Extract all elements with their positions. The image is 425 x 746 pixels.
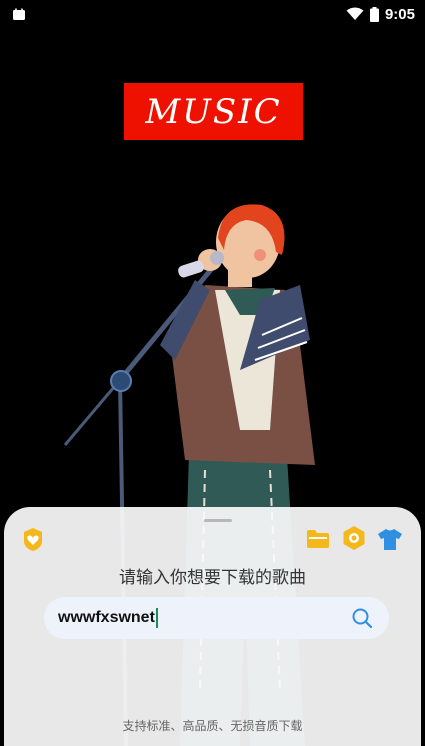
status-time: 9:05 (384, 5, 415, 23)
heart-badge-icon[interactable] (20, 526, 46, 552)
status-right: 9:05 (346, 6, 415, 23)
download-panel: 请输入你想要下载的歌曲 wwwfxswnet 支持标准、高品质、无损音质下载 (4, 507, 421, 746)
text-cursor (155, 608, 158, 628)
prompt-title: 请输入你想要下载的歌曲 (119, 568, 306, 588)
music-logo: MUSIC (124, 83, 303, 140)
notification-icon (13, 8, 25, 20)
hexagon-badge-icon[interactable] (341, 525, 367, 551)
tshirt-icon[interactable] (377, 526, 403, 552)
search-icon[interactable] (351, 607, 373, 629)
status-bar: 9:05 (0, 0, 425, 28)
battery-icon (369, 6, 379, 22)
logo-text: MUSIC (145, 91, 282, 132)
folder-icon[interactable] (305, 526, 331, 552)
wifi-icon (346, 7, 364, 20)
search-value[interactable]: wwwfxswnet (58, 609, 155, 627)
quality-note: 支持标准、高品质、无损音质下载 (122, 719, 303, 733)
search-input[interactable]: wwwfxswnet (44, 597, 389, 639)
drag-handle[interactable] (204, 519, 232, 522)
